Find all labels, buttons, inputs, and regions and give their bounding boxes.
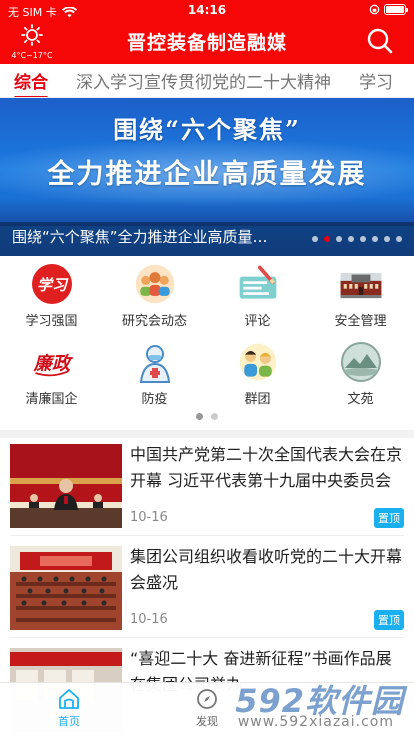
banner-carousel[interactable]: 围绕“六个聚焦” 全力推进企业高质量发展 围绕“六个聚焦”全力推进企业高质量发展 bbox=[0, 98, 414, 256]
grid-item-qinglian[interactable]: 廉政 清廉国企 bbox=[0, 340, 103, 410]
banner-caption: 围绕“六个聚焦”全力推进企业高质量发展 bbox=[12, 228, 282, 246]
nav-home-label: 首页 bbox=[58, 715, 80, 728]
nav-discover-label: 发现 bbox=[196, 715, 218, 728]
grid-label: 文苑 bbox=[347, 392, 374, 407]
pager-dot[interactable] bbox=[196, 413, 203, 420]
grid-item-xuexi[interactable]: 学习 学习强国 bbox=[0, 262, 103, 332]
tab-zonghe[interactable]: 综合 bbox=[0, 68, 62, 97]
xuexi-logo-icon: 学习 bbox=[30, 262, 74, 306]
search-icon bbox=[367, 28, 393, 54]
status-right bbox=[369, 4, 408, 15]
banner-headline-2: 全力推进企业高质量发展 bbox=[47, 159, 367, 190]
svg-text:学习: 学习 bbox=[36, 276, 68, 294]
grid-item-quntuan[interactable]: 群团 bbox=[206, 340, 309, 410]
grid-label: 学习强国 bbox=[25, 314, 78, 329]
news-thumbnail bbox=[10, 546, 122, 630]
nav-home[interactable]: 首页 bbox=[29, 687, 109, 729]
lianzheng-logo-icon: 廉政 bbox=[30, 340, 74, 384]
grid-item-anquan[interactable]: 安全管理 bbox=[309, 262, 412, 332]
grid-pager bbox=[0, 413, 414, 420]
section-divider bbox=[0, 430, 414, 438]
search-button[interactable] bbox=[366, 27, 394, 55]
category-tabs: 综合 深入学习宣传贯彻党的二十大精神 学习 bbox=[0, 64, 414, 98]
banner-headline-1: 围绕“六个聚焦” bbox=[113, 115, 301, 144]
rotation-lock-icon bbox=[369, 4, 380, 15]
carousel-dot[interactable] bbox=[384, 236, 390, 242]
pinned-badge: 置顶 bbox=[374, 610, 404, 630]
tab-ershida[interactable]: 深入学习宣传贯彻党的二十大精神 bbox=[62, 68, 345, 93]
nav-discover[interactable]: 发现 bbox=[167, 687, 247, 729]
carousel-dot[interactable] bbox=[372, 236, 378, 242]
medical-worker-icon bbox=[133, 340, 177, 384]
grid-label: 评论 bbox=[244, 314, 271, 329]
grid-label: 防疫 bbox=[141, 392, 168, 407]
app-header: 4°C~17°C 晋控装备制造融媒 bbox=[0, 22, 414, 64]
battery-icon bbox=[384, 4, 408, 15]
carousel-dot[interactable] bbox=[324, 236, 330, 242]
function-grid: 学习 学习强国 研究会动态 评论 安全管理 廉政 清廉国企 防疫 群团 文苑 bbox=[0, 256, 414, 430]
carousel-dots bbox=[312, 236, 402, 242]
carousel-dot[interactable] bbox=[336, 236, 342, 242]
carousel-dot[interactable] bbox=[396, 236, 402, 242]
home-icon bbox=[59, 689, 79, 709]
compass-icon bbox=[197, 689, 217, 709]
news-title: 中国共产党第二十次全国代表大会在京开幕 习近平代表第十九届中央委员会向大会作报告 bbox=[130, 445, 402, 490]
news-thumbnail bbox=[10, 444, 122, 528]
status-bar: 无 SIM 卡 14:16 bbox=[0, 0, 414, 22]
community-people-icon bbox=[236, 340, 280, 384]
news-separator bbox=[10, 637, 404, 638]
news-date: 10-16 bbox=[130, 612, 168, 627]
grid-item-fangyi[interactable]: 防疫 bbox=[103, 340, 206, 410]
grid-item-wenyuan[interactable]: 文苑 bbox=[309, 340, 412, 410]
grid-label: 群团 bbox=[244, 392, 271, 407]
tab-xuexi[interactable]: 学习 bbox=[345, 68, 407, 93]
landscape-badge-icon bbox=[339, 340, 383, 384]
people-group-icon bbox=[133, 262, 177, 306]
app-title: 晋控装备制造融媒 bbox=[126, 32, 287, 54]
pinned-badge: 置顶 bbox=[374, 508, 404, 528]
news-item[interactable]: 集团公司组织收看收听党的二十大开幕会盛况 10-16 置顶 bbox=[0, 542, 414, 642]
pager-dot[interactable] bbox=[211, 413, 218, 420]
news-item[interactable]: 中国共产党第二十次全国代表大会在京开幕 习近平代表第十九届中央委员会向大会作报告… bbox=[0, 440, 414, 540]
carousel-dot[interactable] bbox=[312, 236, 318, 242]
carousel-dot[interactable] bbox=[348, 236, 354, 242]
grid-label: 清廉国企 bbox=[25, 392, 78, 407]
grid-item-pinglun[interactable]: 评论 bbox=[206, 262, 309, 332]
building-icon bbox=[339, 262, 383, 306]
news-date: 10-16 bbox=[130, 510, 168, 525]
grid-label: 研究会动态 bbox=[121, 314, 187, 329]
news-separator bbox=[10, 535, 404, 536]
status-time: 14:16 bbox=[187, 3, 227, 17]
comment-board-icon bbox=[236, 262, 280, 306]
bottom-navigation: 首页 发现 bbox=[0, 682, 414, 736]
grid-label: 安全管理 bbox=[334, 314, 387, 329]
carousel-dot[interactable] bbox=[360, 236, 366, 242]
grid-item-yanjiuhui[interactable]: 研究会动态 bbox=[103, 262, 206, 332]
news-title: 集团公司组织收看收听党的二十大开幕会盛况 bbox=[130, 547, 402, 592]
